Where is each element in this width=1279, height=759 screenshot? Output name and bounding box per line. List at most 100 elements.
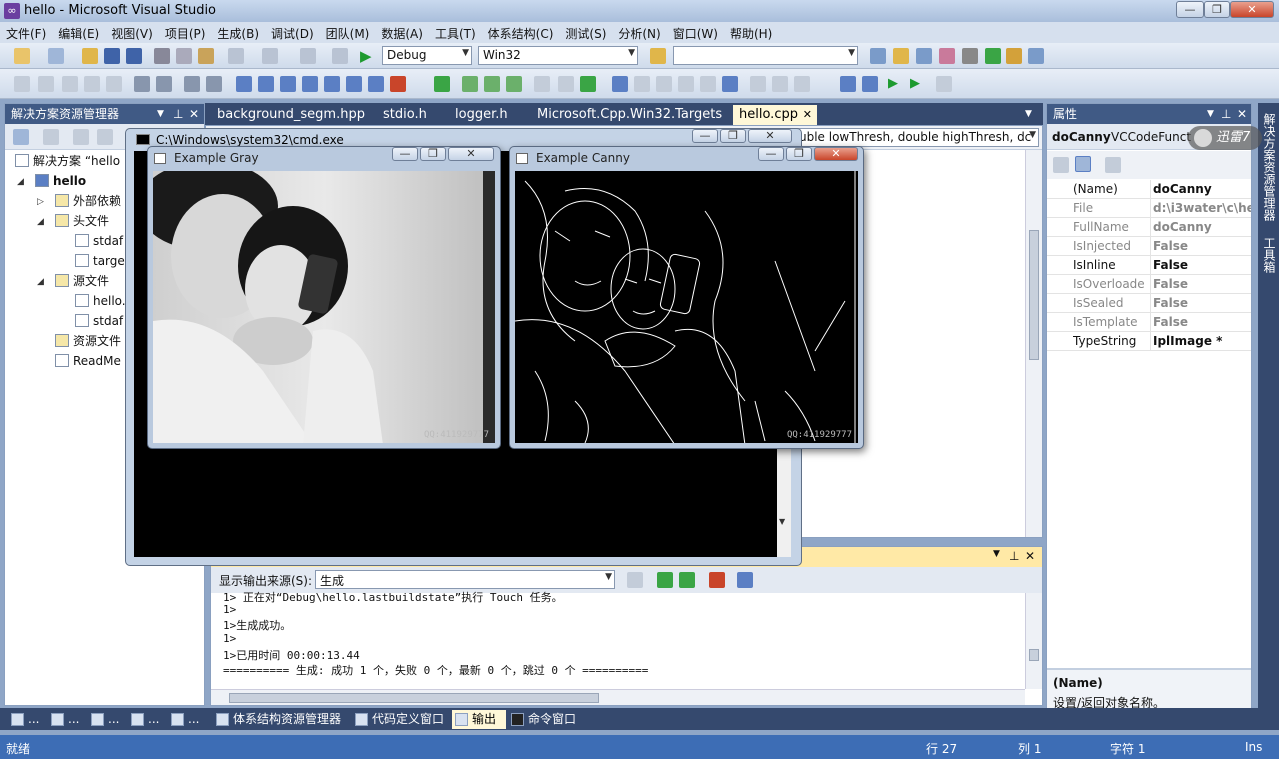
command-window-icon[interactable] [1028, 48, 1044, 64]
canny-close-button[interactable]: ✕ [814, 147, 858, 161]
tab-logger[interactable]: logger.h [449, 105, 514, 125]
tb2-icon-11[interactable] [558, 76, 574, 92]
tree-sources-folder[interactable]: 源文件 [55, 271, 109, 291]
redo-icon[interactable] [262, 48, 278, 64]
tb2-icon-18[interactable] [722, 76, 738, 92]
tree-external-deps[interactable]: 外部依赖 [55, 191, 121, 211]
property-value[interactable]: False [1150, 294, 1251, 313]
play-step-icon[interactable]: ▶ [910, 76, 920, 91]
configuration-combo[interactable]: Debug ▼ [382, 46, 472, 65]
find-in-files-icon[interactable] [650, 48, 666, 64]
side-tab-toolbox[interactable]: 工具箱 [1261, 237, 1278, 273]
show-all-files-icon[interactable] [43, 129, 59, 145]
property-value[interactable]: d:\i3water\c\hell [1150, 199, 1251, 218]
close-button[interactable]: ✕ [1230, 1, 1274, 18]
output-vertical-scrollbar[interactable] [1025, 593, 1042, 689]
menu-tools[interactable]: 工具(T) [429, 22, 482, 42]
close-tab-icon[interactable]: ✕ [803, 105, 812, 125]
property-value[interactable]: False [1150, 275, 1251, 294]
menu-build[interactable]: 生成(B) [211, 22, 265, 42]
expand-triangle-icon[interactable]: ◢ [37, 277, 44, 287]
maximize-button[interactable]: ❐ [1204, 1, 1230, 18]
tree-project[interactable]: hello [35, 171, 86, 191]
property-value[interactable]: doCanny [1150, 218, 1251, 237]
tb2-icon-12[interactable] [580, 76, 596, 92]
next-bookmark-icon[interactable] [280, 76, 296, 92]
cmd-maximize-button[interactable]: ❐ [720, 129, 746, 143]
comment-icon[interactable] [184, 76, 200, 92]
start-page-icon[interactable] [985, 48, 1001, 64]
save-all-icon[interactable] [126, 48, 142, 64]
menu-window[interactable]: 窗口(W) [667, 22, 724, 42]
property-row[interactable]: IsOverloade False [1047, 275, 1251, 294]
expand-triangle-icon[interactable]: ◢ [17, 177, 24, 187]
tb2-icon-7[interactable] [462, 76, 478, 92]
xunlei-float-widget[interactable]: 迅雷7 [1188, 126, 1262, 150]
chevron-down-icon[interactable]: ▼ [1207, 104, 1214, 124]
menu-debug[interactable]: 调试(D) [265, 22, 320, 42]
menu-analyze[interactable]: 分析(N) [612, 22, 666, 42]
prev-bookmark-doc-icon[interactable] [346, 76, 362, 92]
bookmark-icon[interactable] [236, 76, 252, 92]
pin-icon[interactable]: ⊥ [1221, 104, 1231, 124]
property-value[interactable]: False [1150, 256, 1251, 275]
extension-manager-icon[interactable] [1006, 48, 1022, 64]
bottom-tab-2[interactable]: ... [48, 710, 79, 729]
pin-icon[interactable]: ⊥ [1009, 549, 1019, 563]
property-value[interactable]: IplImage * [1150, 332, 1251, 351]
tb2-icon-1[interactable] [14, 76, 30, 92]
save-icon[interactable] [104, 48, 120, 64]
bottom-tab-command-window[interactable]: 命令窗口 [508, 710, 576, 729]
find-combo[interactable]: ▼ [673, 46, 858, 65]
scroll-down-icon[interactable]: ▼ [779, 517, 789, 531]
tb2-icon-6[interactable] [434, 76, 450, 92]
menu-team[interactable]: 团队(M) [320, 22, 376, 42]
property-value[interactable]: False [1150, 313, 1251, 332]
tb2-icon-9[interactable] [506, 76, 522, 92]
tree-headers-folder[interactable]: 头文件 [55, 211, 109, 231]
add-item-icon[interactable] [48, 48, 64, 64]
next-bookmark-doc-icon[interactable] [368, 76, 384, 92]
tree-resources-folder[interactable]: 资源文件 [55, 331, 121, 351]
next-message-icon[interactable] [679, 572, 695, 588]
play-icon[interactable]: ▶ [888, 76, 898, 91]
menu-architecture[interactable]: 体系结构(C) [482, 22, 560, 42]
property-row[interactable]: IsInjected False [1047, 237, 1251, 256]
expand-triangle-icon[interactable]: ◢ [37, 217, 44, 227]
property-row[interactable]: TypeString IplImage * [1047, 332, 1251, 351]
view-class-diagram-icon[interactable] [97, 129, 113, 145]
paste-icon[interactable] [198, 48, 214, 64]
example-canny-window[interactable]: Example Canny — ❐ ✕ QQ:411929777 [509, 146, 864, 449]
prev-bookmark-folder-icon[interactable] [302, 76, 318, 92]
collapsed-triangle-icon[interactable]: ▷ [37, 197, 44, 207]
menu-project[interactable]: 项目(P) [159, 22, 212, 42]
property-row[interactable]: File d:\i3water\c\hell [1047, 199, 1251, 218]
gray-close-button[interactable]: ✕ [448, 147, 494, 161]
start-debugging-icon[interactable]: ▶ [360, 47, 372, 65]
tb2-icon-15[interactable] [656, 76, 672, 92]
tree-header-targetver[interactable]: targe [75, 251, 125, 271]
menu-help[interactable]: 帮助(H) [724, 22, 778, 42]
tree-source-stdafx[interactable]: stdaf [75, 311, 123, 331]
tb2-icon-16[interactable] [678, 76, 694, 92]
cmd-close-button[interactable]: ✕ [748, 129, 792, 143]
tab-cpp-targets[interactable]: Microsoft.Cpp.Win32.Targets [531, 105, 728, 125]
tb2-icon-24[interactable] [936, 76, 952, 92]
indent-icon[interactable] [134, 76, 150, 92]
close-icon[interactable]: ✕ [1237, 104, 1247, 124]
canny-minimize-button[interactable]: — [758, 147, 784, 161]
bottom-tab-3[interactable]: ... [88, 710, 119, 729]
tab-hello-cpp[interactable]: hello.cpp ✕ [733, 105, 817, 125]
property-row[interactable]: IsInline False [1047, 256, 1251, 275]
example-gray-window[interactable]: Example Gray — ❐ ✕ QQ:411929777 [147, 146, 501, 449]
member-dropdown[interactable]: uble lowThresh, double highThresh, dc ▼ [794, 128, 1039, 147]
prev-message-icon[interactable] [657, 572, 673, 588]
undo-icon[interactable] [228, 48, 244, 64]
tb2-icon-22[interactable] [840, 76, 856, 92]
tb2-icon-2[interactable] [38, 76, 54, 92]
refresh-icon[interactable] [73, 129, 89, 145]
gray-maximize-button[interactable]: ❐ [420, 147, 446, 161]
property-value[interactable]: False [1150, 237, 1251, 256]
navigate-back-icon[interactable] [300, 48, 316, 64]
tb2-icon-14[interactable] [634, 76, 650, 92]
